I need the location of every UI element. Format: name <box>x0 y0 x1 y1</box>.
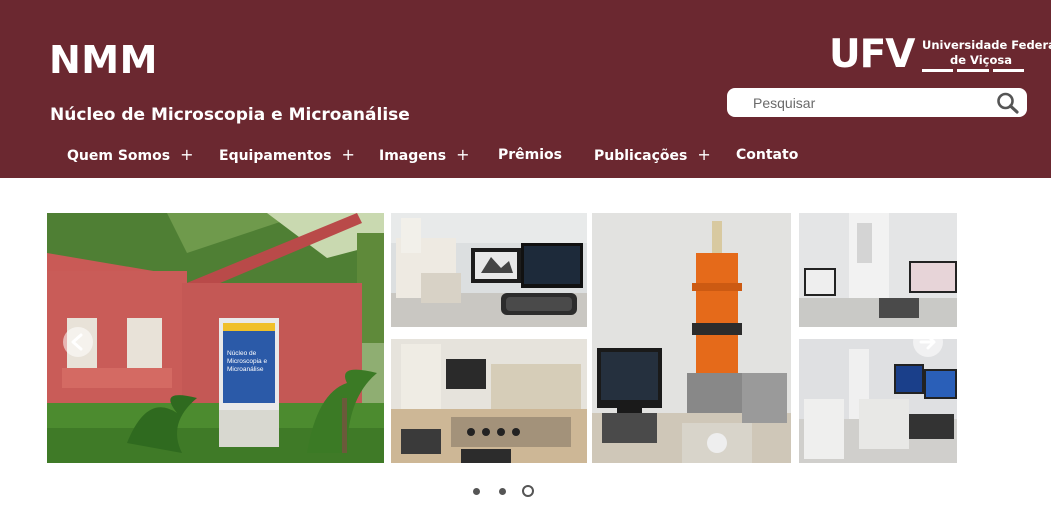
carousel-prev-button[interactable] <box>63 327 93 357</box>
equipment-photo-1 <box>391 213 587 327</box>
plus-icon[interactable]: + <box>456 145 469 164</box>
ufv-logo[interactable]: UFV Universidade Federal de Viçosa <box>829 32 1051 77</box>
plus-icon[interactable]: + <box>180 145 193 164</box>
carousel-dot-2[interactable] <box>499 488 506 495</box>
nav-item-imagens[interactable]: Imagens + <box>379 137 469 173</box>
nav-item-publicacoes[interactable]: Publicações + <box>594 137 711 173</box>
arrow-left-icon <box>71 333 83 351</box>
equipment-photo-3 <box>592 213 791 463</box>
search-input[interactable] <box>753 92 983 113</box>
logo-acronym: UFV <box>829 32 915 77</box>
nav-item-quem-somos[interactable]: Quem Somos + <box>67 137 193 173</box>
building-photo: Núcleo de Microscopia e Microanálise <box>47 213 384 463</box>
logo-name-line2: de Viçosa <box>950 53 1012 67</box>
carousel-pagination <box>468 484 538 500</box>
plus-icon[interactable]: + <box>697 145 710 164</box>
logo-name-line1: Universidade Federal <box>922 38 1051 52</box>
carousel-dot-1[interactable] <box>473 488 480 495</box>
image-carousel: Núcleo de Microscopia e Microanálise <box>47 213 957 463</box>
carousel-next-button[interactable] <box>913 327 943 357</box>
search-icon[interactable] <box>996 92 1020 114</box>
plus-icon[interactable]: + <box>342 145 355 164</box>
building-sign-line1: Núcleo de <box>227 350 257 357</box>
equipment-photo-2 <box>391 339 587 463</box>
site-title[interactable]: NMM <box>49 38 158 82</box>
equipment-photo-5 <box>799 339 957 463</box>
logo-bars <box>922 69 1024 72</box>
nav-item-premios[interactable]: Prêmios <box>498 137 562 173</box>
carousel-dot-3[interactable] <box>522 485 534 497</box>
search-box <box>727 88 1027 117</box>
site-subtitle: Núcleo de Microscopia e Microanálise <box>50 105 410 125</box>
building-sign-line3: Microanálise <box>227 366 264 373</box>
nav-item-equipamentos[interactable]: Equipamentos + <box>219 137 355 173</box>
nav-item-contato[interactable]: Contato <box>736 137 798 173</box>
building-sign-line2: Microscopia e <box>227 358 267 365</box>
site-header: NMM Núcleo de Microscopia e Microanálise… <box>0 0 1051 178</box>
arrow-right-icon <box>919 334 936 350</box>
equipment-photo-4 <box>799 213 957 327</box>
